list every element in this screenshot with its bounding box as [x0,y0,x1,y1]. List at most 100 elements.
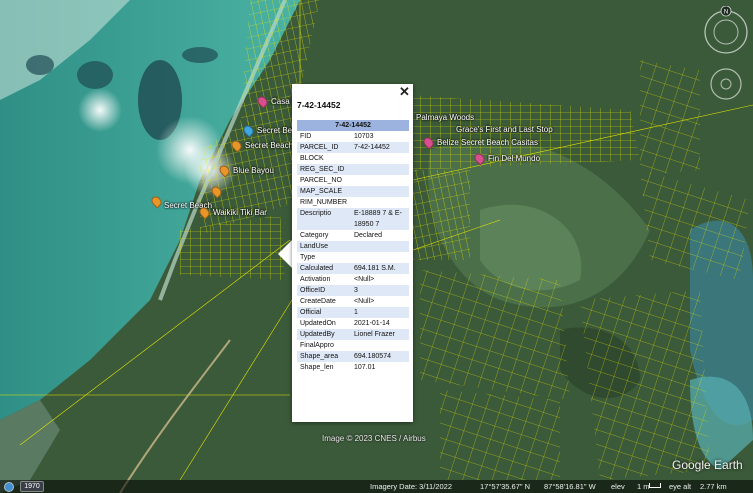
map-pin-icon [241,123,256,138]
attribute-row: Calculated 694.181 S.M. [297,263,409,274]
map-pin-icon [217,163,232,178]
navigation-controls[interactable]: N [700,6,748,126]
close-icon[interactable]: ✕ [399,85,410,98]
attribute-table-header: 7-42-14452 [297,120,409,131]
map-marker-label: Blue Bayou [233,166,274,175]
historical-imagery-year-button[interactable]: 1970 [20,481,44,492]
map-marker[interactable] [209,184,224,199]
attribute-row: Official 1 [297,307,409,318]
attribute-key: MAP_SCALE [297,186,351,197]
attribute-key: PARCEL_NO [300,177,342,184]
svg-text:N: N [724,10,728,16]
attribute-row: CreateDate <Null> [297,296,409,307]
attribute-key: BLOCK [300,155,324,162]
imagery-date: Imagery Date: 3/11/2022 [370,482,452,491]
parcel-info-popup: 7-42-14452 ✕ 7-42-14452 FID 10703 PARCEL_I… [292,84,413,422]
map-marker[interactable]: Grace's First and Last Stop [452,125,553,134]
attribute-value: 1 [351,307,409,318]
attribute-value: 107.01 [354,364,376,371]
map-marker-label: Palmaya Woods [416,113,475,122]
attribute-key: CreateDate [300,298,336,305]
attribute-key: Category [300,232,329,239]
attribute-row: REG_SEC_ID [297,164,409,175]
attribute-key: Official [297,307,351,318]
map-marker[interactable]: Blue Bayou [217,163,274,178]
attribute-value: Declared [354,232,383,239]
attribute-key: Calculated [297,263,351,274]
map-pin-icon [421,135,436,150]
attribute-value: Lionel Frazer [351,329,409,340]
scale-bar [649,483,661,488]
map-marker[interactable]: Palmaya Woods [412,113,474,122]
popup-title: 7-42-14452 [297,100,341,110]
elevation-value: 1 m [637,482,650,491]
attribute-value: E-18889 7 & E-18950 7 [351,208,409,230]
attribute-value: 694.181 S.M. [351,263,409,274]
attribute-value [351,186,409,197]
attribute-key: Shape_area [297,351,351,362]
attribute-value [351,241,409,252]
attribute-table: 7-42-14452 FID 10703 PARCEL_ID 7-42-14452 BL… [297,120,409,373]
elevation-label: elev [611,482,625,491]
attribute-value: 10703 [354,133,374,140]
attribute-row: Shape_area 694.180574 [297,351,409,362]
compass-icon[interactable]: N [704,6,748,54]
globe-icon[interactable] [4,482,14,492]
eye-alt-label: eye alt [669,482,692,491]
attribute-key: Activation [300,276,331,283]
attribute-value: <Null> [354,298,375,305]
attribute-row: OfficeID 3 [297,285,409,296]
map-marker[interactable]: Fin Del Mundo [472,151,541,166]
attribute-value: 7-42-14452 [351,142,409,153]
imagery-attribution: Image © 2023 CNES / Airbus [322,434,426,443]
map-marker-label: Grace's First and Last Stop [456,125,553,134]
attribute-key: FinalAppro [300,342,334,349]
latitude-readout: 17°57'35.67" N [480,482,531,491]
map-marker-label: Waikiki Tiki Bar [213,208,267,217]
attribute-row: Descriptio E-18889 7 & E-18950 7 [297,208,409,230]
attribute-key: REG_SEC_ID [297,164,351,175]
attribute-key: Descriptio [297,208,351,230]
attribute-row: Category Declared [297,230,409,241]
attribute-value: 3 [351,285,409,296]
attribute-row: MAP_SCALE [297,186,409,197]
attribute-value: <Null> [354,276,375,283]
map-pin-icon [472,151,487,166]
attribute-key: FID [300,133,312,140]
map-marker-label: Fin Del Mundo [488,154,541,163]
attribute-row: BLOCK [297,153,409,164]
google-earth-logo: Google Earth [672,458,743,472]
map-pin-icon [197,205,212,220]
attribute-key: UpdatedOn [300,320,336,327]
attribute-key: UpdatedBy [297,329,351,340]
attribute-value [351,252,409,263]
look-joystick-icon[interactable] [710,68,742,100]
attribute-key: OfficeID [297,285,351,296]
map-marker[interactable]: Secret Beach [229,138,294,153]
attribute-row: FID 10703 [297,131,409,142]
attribute-value: 2021-01-14 [354,320,390,327]
attribute-key: RIM_NUMBER [300,199,348,206]
attribute-row: PARCEL_ID 7-42-14452 [297,142,409,153]
map-marker-label: Secret Beach [245,141,294,150]
attribute-value [351,175,409,186]
attribute-value [351,164,409,175]
map-marker[interactable]: Waikiki Tiki Bar [197,205,267,220]
attribute-row: FinalAppro [297,340,409,351]
attribute-row: UpdatedOn 2021-01-14 [297,318,409,329]
popup-pointer [278,240,292,268]
map-marker[interactable]: Belize Secret Beach Casitas [421,135,538,150]
map-pin-icon [229,138,244,153]
attribute-key: PARCEL_ID [297,142,351,153]
attribute-value [351,153,409,164]
map-marker-label: Belize Secret Beach Casitas [437,138,538,147]
attribute-row: UpdatedBy Lionel Frazer [297,329,409,340]
attribute-row: Activation <Null> [297,274,409,285]
attribute-value: 694.180574 [351,351,409,362]
attribute-row: Shape_len 107.01 [297,362,409,373]
eye-alt-value: 2.77 km [700,482,727,491]
attribute-row: RIM_NUMBER [297,197,409,208]
attribute-value [351,197,409,208]
attribute-row: Type [297,252,409,263]
map-pin-icon [255,94,270,109]
